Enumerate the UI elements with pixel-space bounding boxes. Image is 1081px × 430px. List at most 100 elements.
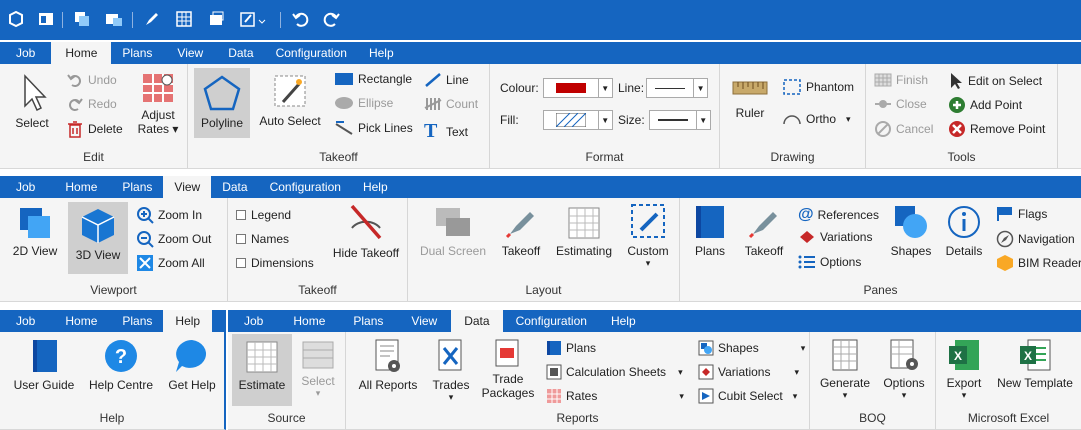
undo-button[interactable]: Undo	[66, 72, 117, 88]
delete-button[interactable]: Delete	[66, 120, 123, 138]
generate-button[interactable]: Generate ▾	[816, 338, 874, 401]
auto-select-button[interactable]: Auto Select	[258, 72, 322, 128]
close-button[interactable]: Close	[874, 96, 927, 112]
plans-pane-button[interactable]: Plans	[688, 204, 732, 258]
tab-home[interactable]: Home	[51, 42, 112, 64]
tab-job[interactable]: Job	[0, 176, 51, 198]
edit-icon[interactable]	[238, 9, 268, 29]
dimensions-checkbox[interactable]: Dimensions	[236, 256, 314, 270]
tab-plans[interactable]: Plans	[111, 42, 163, 64]
new-template-button[interactable]: X New Template	[990, 338, 1080, 390]
ruler-button[interactable]: Ruler	[728, 78, 772, 120]
get-help-button[interactable]: Get Help	[164, 338, 220, 392]
takeoff-layout-button[interactable]: Takeoff	[496, 206, 546, 258]
tab-help[interactable]: Help	[600, 310, 647, 332]
bim-reader-button[interactable]: BIM Reader	[996, 254, 1081, 272]
polyline-button[interactable]: Polyline	[194, 68, 250, 138]
tab-home[interactable]: Home	[279, 310, 339, 332]
hide-takeoff-button[interactable]: Hide Takeoff	[328, 202, 404, 260]
tab-configuration[interactable]: Configuration	[503, 310, 600, 332]
cubit-select-button[interactable]: Cubit Select ▾	[698, 388, 797, 404]
redo-icon[interactable]	[322, 9, 342, 29]
2d-view-button[interactable]: 2D View	[8, 206, 62, 258]
window-icon[interactable]	[206, 9, 226, 29]
colour-picker[interactable]: Colour: ▼	[500, 78, 613, 98]
line-button[interactable]: Line	[424, 72, 469, 88]
custom-layout-button[interactable]: Custom ▾	[622, 202, 674, 269]
tab-plans[interactable]: Plans	[111, 176, 163, 198]
count-button[interactable]: Count	[424, 96, 478, 112]
rates-report-button[interactable]: Rates ▾	[546, 388, 684, 404]
text-button[interactable]: T Text	[424, 120, 468, 143]
size-picker[interactable]: Size: ▼	[618, 110, 711, 130]
trade-packages-button[interactable]: Trade Packages	[480, 338, 536, 400]
tab-configuration[interactable]: Configuration	[259, 176, 352, 198]
all-reports-button[interactable]: All Reports	[352, 338, 424, 392]
colour-swatch[interactable]	[542, 78, 599, 98]
tab-configuration[interactable]: Configuration	[265, 42, 358, 64]
takeoff-pane-button[interactable]: Takeoff	[740, 204, 788, 258]
trades-button[interactable]: Trades ▾	[426, 338, 476, 403]
plans-report-button[interactable]: Plans	[546, 340, 596, 356]
boq-options-button[interactable]: Options ▾	[876, 338, 932, 401]
tab-help[interactable]: Help	[163, 310, 213, 332]
redo-button[interactable]: Redo	[66, 96, 117, 112]
source-select-button[interactable]: Select ▾	[296, 340, 340, 399]
remove-point-button[interactable]: Remove Point	[948, 120, 1045, 138]
flags-button[interactable]: Flags	[996, 206, 1047, 222]
chevron-down-icon[interactable]: ▼	[598, 78, 613, 98]
finish-button[interactable]: Finish	[874, 72, 928, 88]
user-guide-button[interactable]: User Guide	[12, 338, 76, 392]
export-button[interactable]: X Export ▾	[942, 338, 986, 401]
references-button[interactable]: @ References	[798, 206, 879, 224]
tab-job[interactable]: Job	[0, 310, 51, 332]
help-centre-button[interactable]: ? Help Centre	[86, 338, 156, 392]
dual-screen-button[interactable]: Dual Screen	[418, 206, 488, 258]
tab-view[interactable]: View	[163, 176, 212, 198]
ellipse-button[interactable]: Ellipse	[334, 96, 393, 110]
3d-view-button[interactable]: 3D View	[68, 202, 128, 274]
tab-data[interactable]: Data	[211, 176, 258, 198]
shapes-pane-button[interactable]: Shapes	[886, 204, 936, 258]
rocket-icon[interactable]	[142, 9, 162, 29]
tab-view[interactable]: View	[163, 42, 217, 64]
tab-view[interactable]: View	[397, 310, 451, 332]
tab-job[interactable]: Job	[0, 42, 51, 64]
app-logo-icon[interactable]	[6, 9, 26, 29]
navigation-button[interactable]: Navigation	[996, 230, 1075, 248]
variations-report-button[interactable]: Variations ▾	[698, 364, 799, 380]
pick-lines-button[interactable]: Pick Lines	[334, 120, 413, 136]
tab-job[interactable]: Job	[228, 310, 279, 332]
line-style-picker[interactable]: Line: ▼	[618, 78, 709, 98]
phantom-button[interactable]: Phantom	[782, 78, 854, 96]
select-button[interactable]: Select	[10, 72, 54, 130]
rectangle-button[interactable]: Rectangle	[334, 72, 412, 86]
calculation-sheets-button[interactable]: Calculation Sheets ▾	[546, 364, 683, 380]
ortho-button[interactable]: Ortho ▾	[782, 112, 851, 126]
fill-swatch[interactable]	[542, 110, 599, 130]
layout-icon[interactable]	[36, 9, 56, 29]
cancel-button[interactable]: Cancel	[874, 120, 933, 138]
estimate-button[interactable]: Estimate	[232, 334, 292, 406]
tab-data[interactable]: Data	[451, 310, 503, 332]
tab-data[interactable]: Data	[217, 42, 264, 64]
options-button[interactable]: Options	[798, 254, 861, 270]
details-pane-button[interactable]: Details	[942, 204, 986, 258]
views-icon[interactable]	[104, 9, 124, 29]
edit-on-select-button[interactable]: Edit on Select	[948, 72, 1042, 90]
legend-checkbox[interactable]: Legend	[236, 208, 291, 222]
chevron-down-icon[interactable]: ▼	[598, 110, 613, 130]
shapes-report-button[interactable]: Shapes ▾	[698, 340, 805, 356]
tab-home[interactable]: Home	[51, 176, 111, 198]
estimating-layout-button[interactable]: Estimating	[552, 206, 616, 258]
zoom-in-button[interactable]: Zoom In	[136, 206, 202, 224]
tab-home[interactable]: Home	[51, 310, 111, 332]
tab-help[interactable]: Help	[358, 42, 405, 64]
adjust-rates-button[interactable]: Adjust Rates ▾	[134, 72, 182, 136]
grid-icon[interactable]	[174, 9, 194, 29]
tab-plans[interactable]: Plans	[339, 310, 397, 332]
names-checkbox[interactable]: Names	[236, 232, 289, 246]
tab-help[interactable]: Help	[352, 176, 399, 198]
variations-button[interactable]: Variations	[798, 230, 872, 244]
fill-picker[interactable]: Fill: ▼	[500, 110, 613, 130]
